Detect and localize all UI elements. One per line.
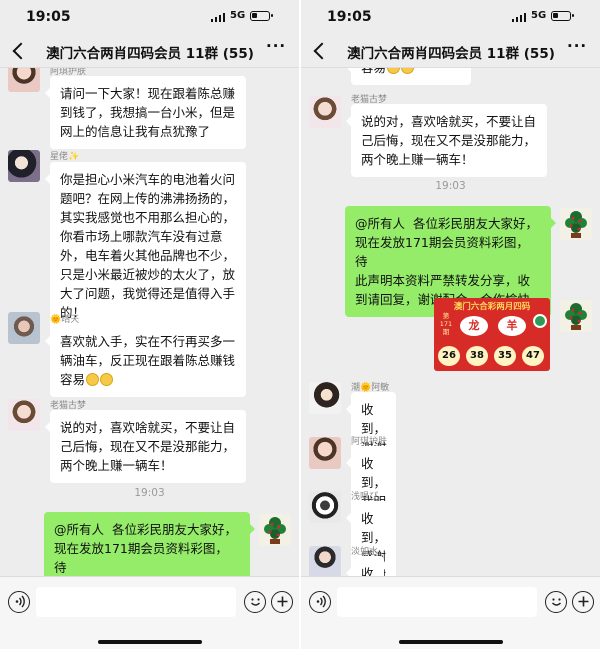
chat-screen-left: 阿琪护肤 请问一下大家！现在跟着陈总赚 到钱了，我想搞一台小米，但是 网上的信息… [0,0,299,649]
home-indicator [399,640,503,644]
more-icon[interactable]: ··· [266,37,290,63]
poster-title: 澳门六合彩两月四码 [453,302,531,312]
logo-icon [533,314,547,328]
number-ball: 47 [522,346,544,366]
poster-zodiac: 龙 [460,316,488,336]
battery-icon [551,11,574,21]
avatar[interactable] [560,208,592,240]
poster-zodiac: 羊 [498,316,526,336]
avatar[interactable] [309,546,341,576]
message-list[interactable]: 容易 老猫古梦 说的对，喜欢啥就买，不要让自 己后悔，现在又不是没那能力， 两个… [301,68,600,576]
status-bar: 19:05 5G [301,0,600,34]
message-bubble[interactable]: 说的对，喜欢啥就买，不要让自 己后悔，现在又不是没那能力， 两个晚上赚一辆车！ [346,104,547,177]
message-bubble[interactable]: 收到 [346,556,384,576]
message-bubble[interactable]: 你是担心小米汽车的电池着火问 题吧？在网上传的沸沸扬扬的， 其实我感觉也不用那么… [45,162,246,330]
input-bar [0,576,299,649]
avatar[interactable] [259,514,291,546]
signal-icon [512,13,526,22]
back-icon[interactable] [6,36,32,64]
chat-header: 澳门六合两肖四码会员 11群 (55) ··· [301,34,600,68]
home-indicator [98,640,202,644]
voice-icon[interactable] [8,591,30,613]
avatar[interactable] [8,68,40,92]
poster-numbers: 26 38 35 47 [438,344,546,368]
chat-title: 澳门六合两肖四码会员 11群 (55) [347,46,555,62]
voice-icon[interactable] [309,591,331,613]
number-ball: 35 [494,346,516,366]
avatar[interactable] [309,491,341,523]
emoji-icon[interactable] [244,591,266,613]
timestamp: 19:03 [435,180,466,192]
chat-screen-right: 容易 老猫古梦 说的对，喜欢啥就买，不要让自 己后悔，现在又不是没那能力， 两个… [301,0,600,649]
number-ball: 26 [438,346,460,366]
avatar[interactable] [309,437,341,469]
avatar[interactable] [309,382,341,414]
bonsai-tree-icon [565,303,587,330]
message-bubble[interactable]: 请问一下大家！现在跟着陈总赚 到钱了，我想搞一台小米，但是 网上的信息让我有点犹… [45,76,246,149]
avatar[interactable] [8,150,40,182]
bonsai-tree-icon [264,517,286,544]
message-bubble[interactable]: 说的对，喜欢啥就买，不要让自 己后悔，现在又不是没那能力， 两个晚上赚一辆车！ [45,410,246,483]
status-bar: 19:05 5G [0,0,299,34]
chat-header: 澳门六合两肖四码会员 11群 (55) ··· [0,34,299,68]
message-input[interactable] [36,587,236,617]
message-input[interactable] [337,587,537,617]
network-label: 5G [230,10,246,21]
network-label: 5G [531,10,547,21]
plus-icon[interactable] [572,591,594,613]
avatar[interactable] [8,399,40,431]
message-bubble[interactable]: 喜欢就入手，实在不行再买多一 辆油车，反正现在跟着陈总赚钱 容易 [45,324,246,397]
number-ball: 38 [466,346,488,366]
smile-emoji-icon [401,68,415,74]
more-icon[interactable]: ··· [567,37,591,63]
message-list[interactable]: 阿琪护肤 请问一下大家！现在跟着陈总赚 到钱了，我想搞一台小米，但是 网上的信息… [0,68,299,576]
smile-emoji-icon [387,68,401,74]
message-text: 容易 [361,68,386,75]
sender-name: 星佬✨ [50,152,80,162]
timestamp: 19:03 [134,487,165,499]
lottery-image[interactable]: 澳门六合彩两月四码 第 171 期 龙 羊 26 38 35 47 [434,298,550,371]
message-bubble[interactable]: @所有人 各位彩民朋友大家好， 现在发放171期会员资料彩图，待 此声明本资料严… [44,512,255,576]
emoji-icon[interactable] [545,591,567,613]
bonsai-tree-icon [565,211,587,238]
status-time: 19:05 [327,9,372,25]
message-bubble[interactable]: 容易 [346,68,471,85]
plus-icon[interactable] [271,591,293,613]
back-icon[interactable] [307,36,333,64]
poster-issue: 第 171 期 [439,312,453,336]
input-bar [301,576,600,649]
avatar[interactable] [8,312,40,344]
battery-icon [250,11,273,21]
chat-title: 澳门六合两肖四码会员 11群 (55) [46,46,254,62]
smile-emoji-icon [100,373,114,386]
avatar[interactable] [309,96,341,128]
signal-icon [211,13,225,22]
status-time: 19:05 [26,9,71,25]
smile-emoji-icon [86,373,100,386]
avatar[interactable] [560,300,592,332]
